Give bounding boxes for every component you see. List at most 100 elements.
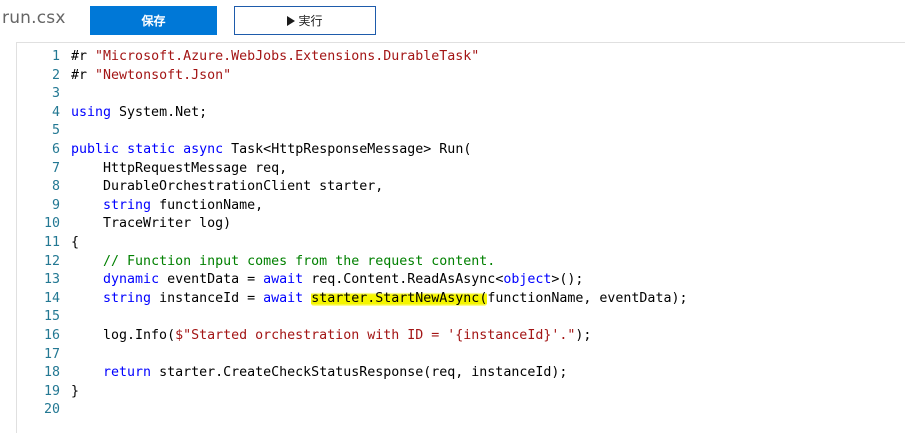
code-token: Task<HttpResponseMessage> Run( bbox=[223, 141, 472, 157]
line-number: 10 bbox=[43, 216, 60, 232]
code-token: ); bbox=[575, 327, 592, 343]
code-line[interactable]: 14 string instanceId = await starter.Sta… bbox=[17, 290, 905, 309]
line-text: public static async Task<HttpResponseMes… bbox=[71, 141, 471, 160]
code-token: DurableOrchestrationClient starter, bbox=[71, 179, 384, 195]
code-line[interactable]: 9 string functionName, bbox=[17, 197, 905, 216]
code-editor[interactable]: 1 #r "Microsoft.Azure.WebJobs.Extensions.… bbox=[16, 42, 905, 433]
code-token: "Microsoft.Azure.WebJobs.Extensions.Dura… bbox=[95, 49, 480, 64]
code-token: using bbox=[71, 104, 112, 120]
line-text: dynamic eventData = await req.Content.Re… bbox=[71, 271, 583, 290]
run-button-label: 実行 bbox=[298, 14, 323, 28]
line-number: 7 bbox=[51, 160, 60, 176]
code-line[interactable]: 16 log.Info($"Started orchestration with… bbox=[17, 327, 905, 346]
line-number: 18 bbox=[43, 365, 60, 381]
code-line[interactable]: 5 bbox=[17, 122, 905, 141]
code-line[interactable]: 6 public static async Task<HttpResponseMe… bbox=[17, 141, 905, 160]
line-text: #r "Newtonsoft.Json" bbox=[71, 67, 231, 86]
code-line[interactable]: 17 bbox=[17, 346, 905, 365]
code-token: await bbox=[263, 272, 304, 288]
save-button-label: 保存 bbox=[141, 14, 166, 28]
line-text: string functionName, bbox=[71, 197, 263, 216]
line-number: 4 bbox=[51, 104, 60, 120]
line-number: 11 bbox=[43, 234, 60, 250]
code-lines: 1 #r "Microsoft.Azure.WebJobs.Extensions.… bbox=[17, 48, 905, 420]
line-text: #r "Microsoft.Azure.WebJobs.Extensions.D… bbox=[71, 48, 479, 67]
line-number: 16 bbox=[43, 327, 60, 343]
code-token: req.Content.ReadAsAsync< bbox=[303, 272, 504, 288]
code-token: $"Started orchestration with ID = '{inst… bbox=[175, 327, 576, 343]
line-number: 3 bbox=[51, 86, 60, 102]
play-icon bbox=[287, 15, 296, 26]
run-button[interactable]: 実行 bbox=[234, 6, 376, 35]
code-line[interactable]: 12 // Function input comes from the requ… bbox=[17, 253, 905, 272]
line-text: DurableOrchestrationClient starter, bbox=[71, 178, 383, 197]
code-line[interactable]: 18 return starter.CreateCheckStatusRespo… bbox=[17, 364, 905, 383]
line-text: string instanceId = await starter.StartN… bbox=[71, 290, 687, 309]
line-number: 13 bbox=[43, 272, 60, 288]
code-token: { bbox=[71, 234, 80, 250]
code-token: static bbox=[127, 141, 176, 157]
code-token: await bbox=[263, 290, 304, 306]
line-number: 20 bbox=[43, 402, 60, 418]
line-number: 8 bbox=[51, 179, 60, 195]
file-name: run.csx bbox=[2, 8, 66, 28]
line-text: TraceWriter log) bbox=[71, 215, 231, 234]
code-token: System.Net; bbox=[111, 104, 208, 120]
code-line[interactable]: 15 bbox=[17, 308, 905, 327]
line-text: { bbox=[71, 234, 79, 253]
code-token: string bbox=[103, 197, 152, 213]
line-text: return starter.CreateCheckStatusResponse… bbox=[71, 364, 567, 383]
line-text: // Function input comes from the request… bbox=[71, 253, 495, 272]
code-token: starter.CreateCheckStatusResponse(req, i… bbox=[151, 365, 568, 381]
code-token: #r bbox=[71, 67, 96, 83]
line-number: 14 bbox=[43, 290, 60, 306]
code-line[interactable]: 7 HttpRequestMessage req, bbox=[17, 160, 905, 179]
line-number: 19 bbox=[43, 383, 60, 399]
code-line[interactable]: 4 using System.Net; bbox=[17, 104, 905, 123]
line-text: using System.Net; bbox=[71, 104, 207, 123]
code-token: functionName, eventData); bbox=[487, 290, 688, 306]
code-line[interactable]: 3 bbox=[17, 85, 905, 104]
line-text: } bbox=[71, 383, 79, 402]
code-token: #r bbox=[71, 49, 96, 64]
code-line[interactable]: 13 dynamic eventData = await req.Content… bbox=[17, 271, 905, 290]
line-number: 1 bbox=[51, 49, 60, 64]
line-text: log.Info($"Started orchestration with ID… bbox=[71, 327, 591, 346]
code-token: HttpRequestMessage req, bbox=[71, 160, 288, 176]
code-token: } bbox=[71, 383, 80, 399]
line-text: HttpRequestMessage req, bbox=[71, 160, 287, 179]
code-line[interactable]: 2 #r "Newtonsoft.Json" bbox=[17, 67, 905, 86]
code-line[interactable]: 8 DurableOrchestrationClient starter, bbox=[17, 178, 905, 197]
line-number: 17 bbox=[43, 346, 60, 362]
save-button[interactable]: 保存 bbox=[90, 6, 217, 35]
code-token: string bbox=[103, 290, 152, 306]
code-line[interactable]: 19} bbox=[17, 383, 905, 402]
code-line[interactable]: 10 TraceWriter log) bbox=[17, 215, 905, 234]
line-number: 6 bbox=[51, 141, 60, 157]
code-token: log.Info( bbox=[71, 327, 176, 343]
code-line[interactable]: 11 { bbox=[17, 234, 905, 253]
code-token: instanceId = bbox=[151, 290, 264, 306]
line-number: 5 bbox=[51, 123, 60, 139]
code-line[interactable]: 20 bbox=[17, 401, 905, 420]
code-token: >(); bbox=[551, 272, 584, 288]
code-line[interactable]: 1 #r "Microsoft.Azure.WebJobs.Extensions.… bbox=[17, 48, 905, 67]
code-token: eventData = bbox=[159, 272, 264, 288]
line-number: 9 bbox=[51, 197, 60, 213]
line-number: 12 bbox=[43, 253, 60, 269]
line-number: 15 bbox=[43, 309, 60, 325]
line-number: 2 bbox=[51, 67, 60, 83]
code-token: TraceWriter log) bbox=[71, 216, 232, 232]
code-token: public bbox=[71, 141, 120, 157]
code-token: return bbox=[103, 365, 152, 381]
code-token: "Newtonsoft.Json" bbox=[95, 67, 232, 83]
highlighted-token: starter.StartNewAsync( bbox=[311, 290, 488, 306]
